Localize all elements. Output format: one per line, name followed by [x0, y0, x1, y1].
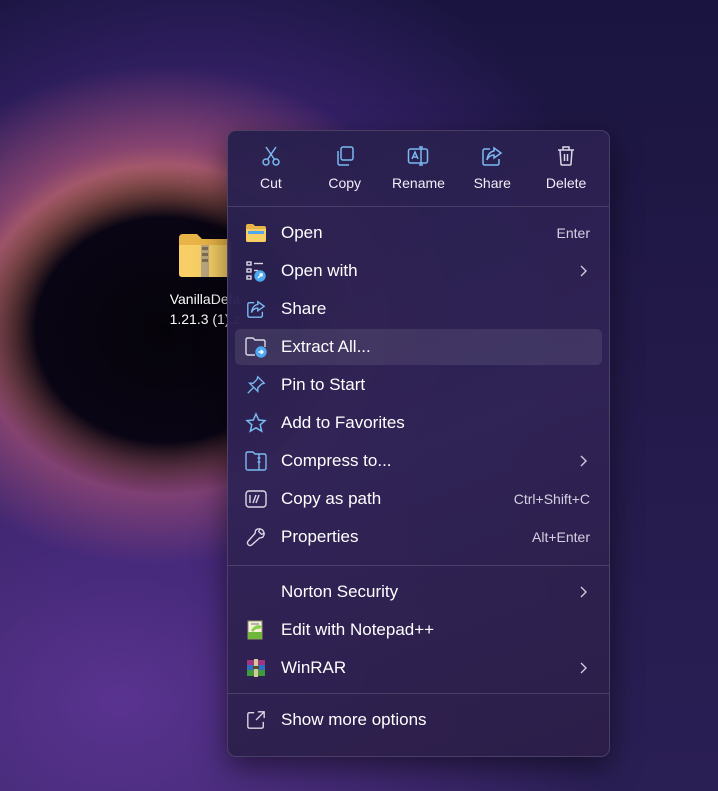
star-icon [245, 412, 267, 433]
open-label: Open [281, 223, 323, 242]
cut-label: Cut [259, 175, 282, 191]
context-menu-toolbar: Cut Copy Rename Share Delete [228, 131, 609, 206]
cut-button[interactable]: Cut [235, 131, 307, 206]
pin-icon [247, 375, 266, 394]
chevron-right-icon [580, 662, 587, 674]
show-more-options-label: Show more options [281, 710, 427, 729]
share-label: Share [473, 175, 511, 191]
norton-security-label: Norton Security [281, 582, 399, 601]
menu-item-norton-security[interactable]: Norton Security [235, 574, 602, 610]
rename-button[interactable]: Rename [382, 131, 454, 206]
menu-item-show-more-options[interactable]: Show more options [235, 702, 602, 738]
copy-path-icon [245, 490, 267, 508]
show-more-options-icon [247, 711, 265, 729]
copy-icon [336, 146, 354, 166]
menu-item-open[interactable]: Open Enter [235, 215, 602, 251]
menu-item-extract-all[interactable]: Extract All... [235, 329, 602, 365]
chevron-right-icon [580, 586, 587, 598]
cut-icon [262, 146, 280, 166]
pin-to-start-label: Pin to Start [281, 375, 366, 394]
share-icon [247, 300, 266, 318]
copy-as-path-shortcut: Ctrl+Shift+C [513, 491, 590, 507]
share-button[interactable]: Share [456, 131, 528, 206]
winrar-icon [247, 659, 265, 677]
menu-item-copy-as-path[interactable]: Copy as path Ctrl+Shift+C [235, 481, 602, 517]
rename-label: Rename [392, 175, 445, 191]
menu-item-add-to-favorites[interactable]: Add to Favorites [235, 405, 602, 441]
winrar-label: WinRAR [281, 658, 347, 677]
wrench-icon [246, 528, 265, 547]
add-to-favorites-label: Add to Favorites [281, 413, 405, 432]
copy-button[interactable]: Copy [309, 131, 381, 206]
menu-item-share[interactable]: Share [235, 291, 602, 327]
menu-item-properties[interactable]: Properties Alt+Enter [235, 519, 602, 555]
open-with-icon [246, 261, 266, 282]
chevron-right-icon [580, 455, 587, 467]
menu-item-winrar[interactable]: WinRAR [235, 650, 602, 686]
share-icon [482, 146, 503, 166]
notepad-plus-plus-icon [247, 620, 263, 640]
extract-all-label: Extract All... [281, 337, 371, 356]
extract-all-icon [245, 337, 267, 358]
open-shortcut: Enter [556, 225, 590, 241]
edit-notepad-label: Edit with Notepad++ [281, 620, 435, 639]
properties-shortcut: Alt+Enter [532, 529, 590, 545]
delete-icon [558, 146, 575, 166]
zip-folder-icon [179, 234, 231, 277]
menu-item-pin-to-start[interactable]: Pin to Start [235, 367, 602, 403]
open-with-label: Open with [281, 261, 358, 280]
context-menu: Cut Copy Rename Share Delete Open Enter … [227, 130, 610, 757]
menu-item-compress-to[interactable]: Compress to... [235, 443, 602, 479]
blank-icon-slot [245, 581, 267, 603]
chevron-right-icon [580, 265, 587, 277]
compress-icon [245, 451, 267, 471]
folder-icon [246, 224, 266, 242]
copy-label: Copy [328, 175, 362, 191]
delete-label: Delete [545, 175, 587, 191]
delete-button[interactable]: Delete [530, 131, 602, 206]
share-label: Share [281, 299, 327, 318]
compress-to-label: Compress to... [281, 451, 392, 470]
menu-item-open-with[interactable]: Open with [235, 253, 602, 289]
menu-item-edit-notepad[interactable]: Edit with Notepad++ [235, 612, 602, 648]
rename-icon [408, 146, 429, 166]
